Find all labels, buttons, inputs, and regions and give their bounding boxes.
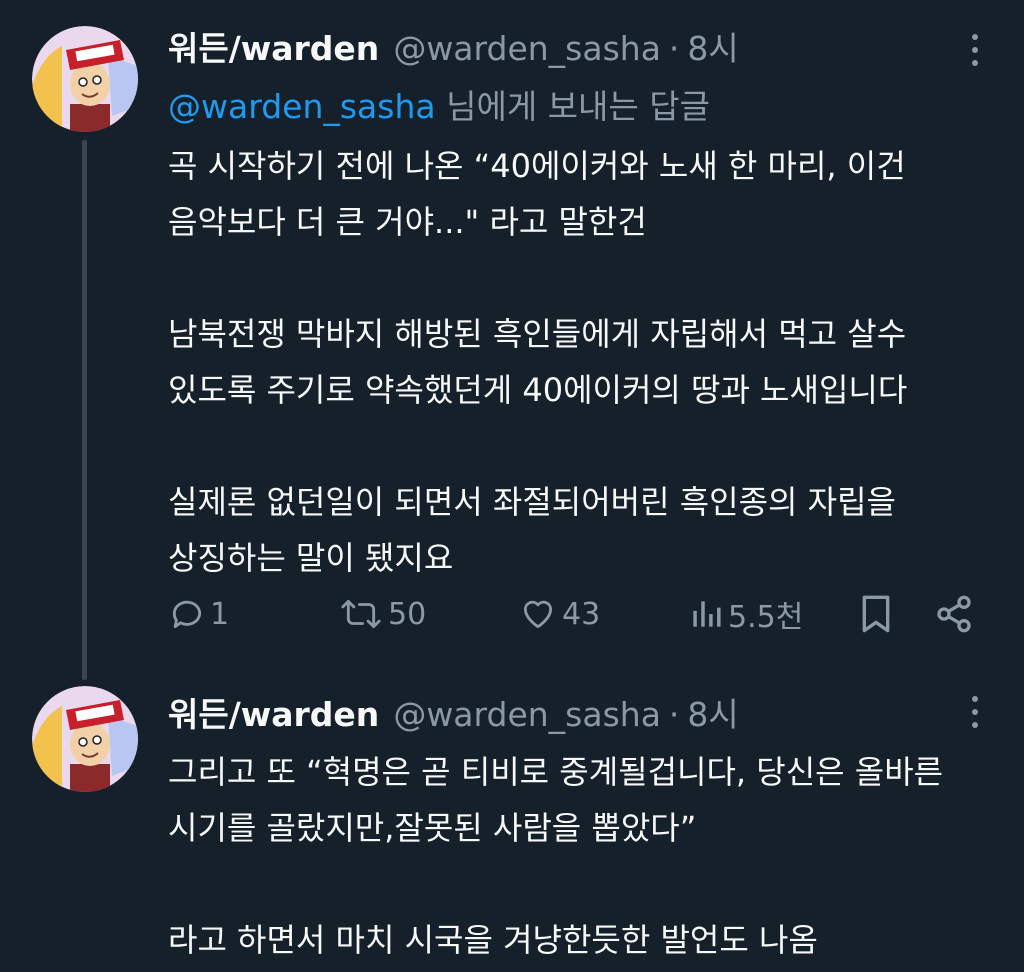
share-button[interactable] bbox=[934, 594, 974, 634]
timestamp[interactable]: 8시 bbox=[687, 22, 738, 70]
text-line: 상징하는 말이 됐지요 bbox=[168, 539, 454, 577]
views-count: 5.5천 bbox=[728, 600, 804, 635]
text-line: 라고 하면서 마치 시국을 겨냥한듯한 발언도 나옴 bbox=[168, 921, 818, 959]
reply-to-suffix: 님에게 보내는 답글 bbox=[435, 87, 710, 126]
retweet-count: 50 bbox=[388, 596, 427, 632]
heart-icon bbox=[523, 600, 553, 629]
tweet-text: 곡 시작하기 전에 나온 “40에이커와 노새 한 마리, 이건 음악보다 더 … bbox=[168, 138, 968, 586]
like-count: 43 bbox=[562, 596, 601, 632]
thread-line bbox=[82, 140, 87, 680]
display-name[interactable]: 워든/warden bbox=[168, 22, 379, 70]
text-line: 있도록 주기로 약속했던게 40에이커의 땅과 노새입니다 bbox=[168, 371, 908, 409]
text-line: 그리고 또 “혁명은 곧 티비로 중계될겁니다, 당신은 올바른 bbox=[168, 753, 944, 791]
display-name[interactable]: 워든/warden bbox=[168, 688, 379, 736]
tweet-header: 워든/warden @warden_sasha · 8시 bbox=[168, 688, 944, 736]
paragraph-3: 실제론 없던일이 되면서 좌절되어버린 흑인종의 자립을 상징하는 말이 됐지요 bbox=[168, 474, 968, 586]
like-button[interactable]: 43 bbox=[518, 595, 600, 633]
timestamp[interactable]: 8시 bbox=[687, 688, 738, 736]
reply-to-line: @warden_sasha 님에게 보내는 답글 bbox=[168, 80, 710, 128]
separator: · bbox=[668, 29, 680, 68]
text-line: 남북전쟁 막바지 해방된 흑인들에게 자립해서 먹고 살수 bbox=[168, 315, 907, 353]
avatar[interactable] bbox=[32, 26, 138, 132]
reply-to-mention[interactable]: @warden_sasha bbox=[168, 87, 436, 126]
text-line: 시기를 골랐지만,잘못된 사람을 뽑았다” bbox=[168, 809, 697, 847]
bookmark-icon bbox=[862, 595, 890, 633]
bookmark-button[interactable] bbox=[858, 594, 894, 634]
text-line: 곡 시작하기 전에 나온 “40에이커와 노새 한 마리, 이건 bbox=[168, 147, 906, 185]
paragraph-2: 남북전쟁 막바지 해방된 흑인들에게 자립해서 먹고 살수 있도록 주기로 약속… bbox=[168, 306, 968, 418]
views-icon bbox=[693, 601, 721, 627]
reply-count: 1 bbox=[210, 596, 230, 632]
reply-button[interactable]: 1 bbox=[168, 595, 229, 633]
user-handle[interactable]: @warden_sasha bbox=[393, 695, 661, 734]
avatar[interactable] bbox=[32, 686, 138, 792]
paragraph-2: 라고 하면서 마치 시국을 겨냥한듯한 발언도 나옴 bbox=[168, 912, 968, 968]
text-line: 음악보다 더 큰 거야..." 라고 말한건 bbox=[168, 203, 647, 241]
paragraph-1: 곡 시작하기 전에 나온 “40에이커와 노새 한 마리, 이건 음악보다 더 … bbox=[168, 138, 968, 250]
tweet-text: 그리고 또 “혁명은 곧 티비로 중계될겁니다, 당신은 올바른 시기를 골랐지… bbox=[168, 744, 968, 968]
more-icon[interactable] bbox=[970, 696, 980, 728]
share-icon bbox=[937, 595, 971, 633]
tweet-1[interactable]: 워든/warden @warden_sasha · 8시 @warden_sas… bbox=[0, 0, 1024, 680]
retweet-button[interactable]: 50 bbox=[338, 595, 426, 633]
paragraph-1: 그리고 또 “혁명은 곧 티비로 중계될겁니다, 당신은 올바른 시기를 골랐지… bbox=[168, 744, 968, 856]
tweet-2[interactable]: 워든/warden @warden_sasha · 8시 그리고 또 “혁명은 … bbox=[0, 680, 1024, 972]
views-button[interactable]: 5.5천 bbox=[688, 592, 803, 636]
reply-icon bbox=[172, 600, 202, 629]
text-line: 실제론 없던일이 되면서 좌절되어버린 흑인종의 자립을 bbox=[168, 483, 896, 521]
more-icon[interactable] bbox=[970, 34, 980, 66]
tweet-header: 워든/warden @warden_sasha · 8시 bbox=[168, 22, 944, 70]
separator: · bbox=[668, 695, 680, 734]
retweet-icon bbox=[341, 599, 381, 629]
action-bar: 1 50 43 5.5천 bbox=[168, 586, 974, 642]
user-handle[interactable]: @warden_sasha bbox=[393, 29, 661, 68]
